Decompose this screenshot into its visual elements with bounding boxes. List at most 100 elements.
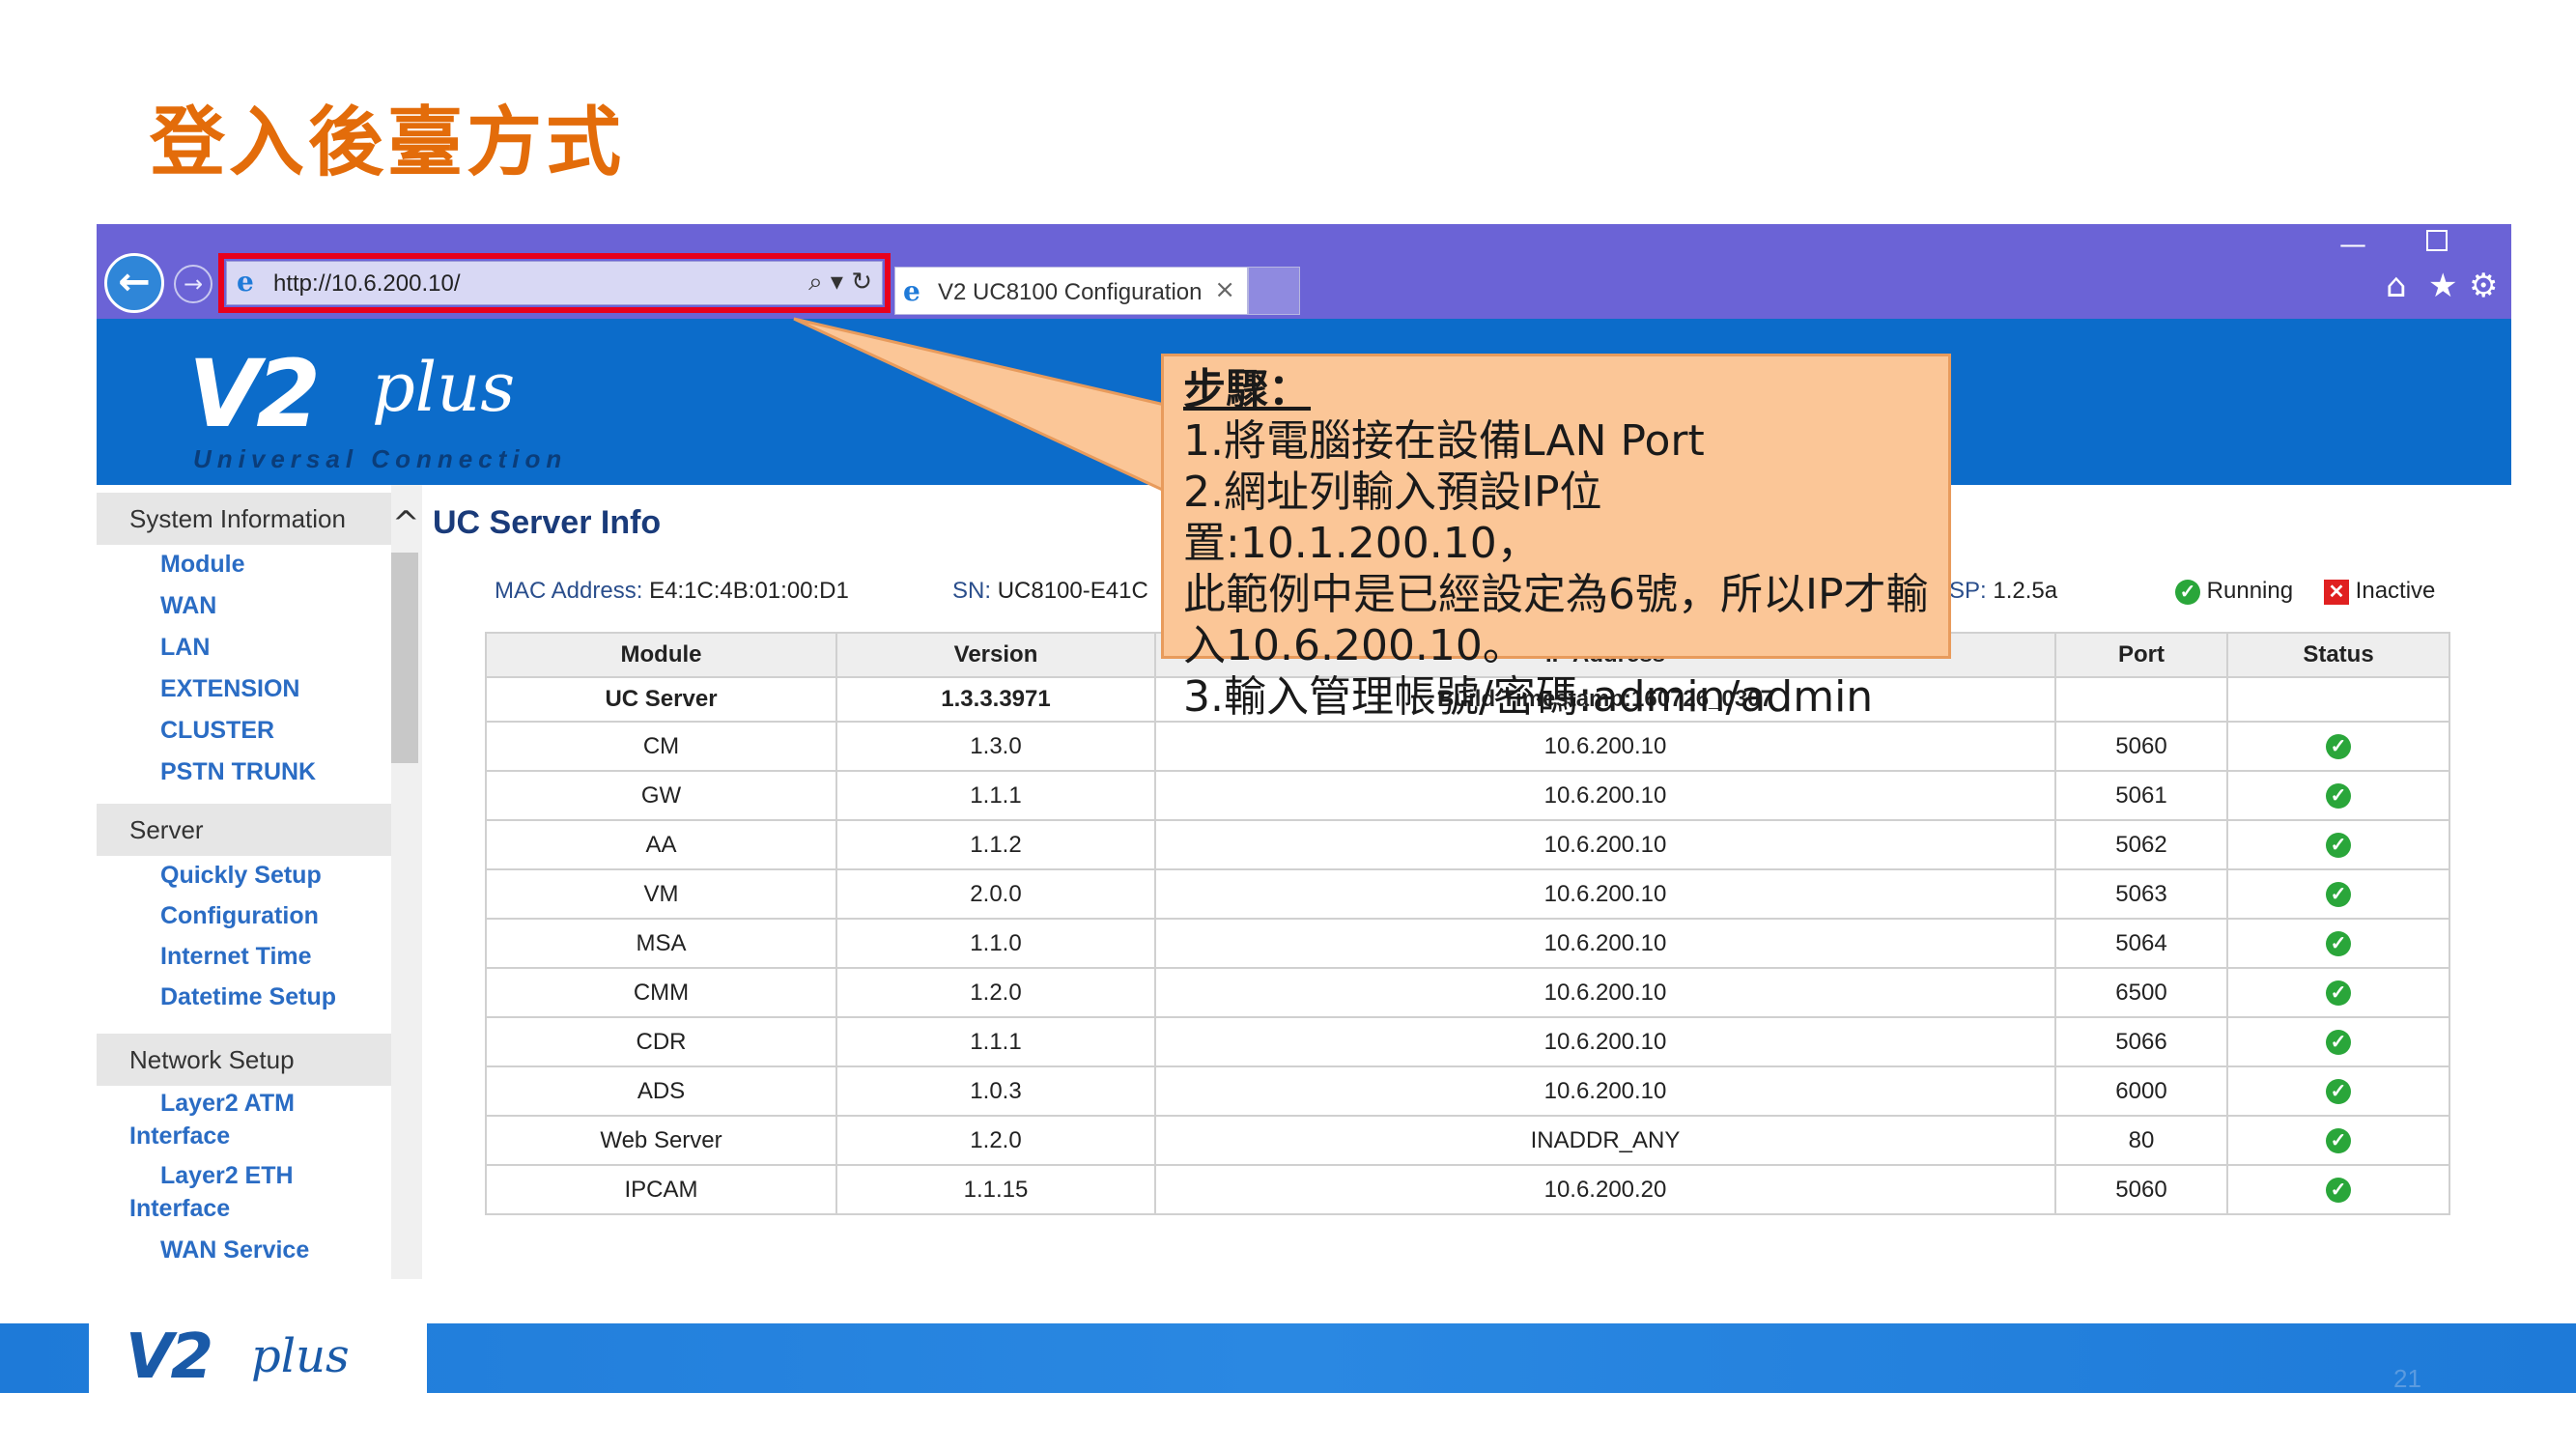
cell-version: 1.2.0 [835, 1115, 1156, 1166]
cell-version: 1.0.3 [835, 1065, 1156, 1117]
callout-line: 此範例中是已經設定為6號，所以IP才輸 [1183, 570, 1929, 619]
tab-uc8100-config[interactable]: e V2 UC8100 Configuration × [894, 267, 1248, 315]
ie-icon: e [903, 275, 920, 307]
back-button[interactable]: ← [104, 253, 164, 313]
table-row: GW 1.1.1 10.6.200.10 5061 ✓ [485, 770, 2450, 821]
cell-status: ✓ [2226, 967, 2450, 1018]
cell-status [2226, 676, 2450, 723]
mac-label: MAC Address: [495, 578, 643, 604]
sidebar-item-cluster[interactable]: CLUSTER [160, 717, 274, 745]
sidebar-section-network-setup[interactable]: Network Setup [97, 1034, 391, 1086]
sidebar-item-layer2-eth[interactable]: Layer2 ETH Interface [129, 1159, 381, 1225]
callout-heading: 步驟： [1183, 365, 1311, 414]
cell-module: AA [485, 819, 837, 870]
check-icon: ✓ [2326, 980, 2351, 1007]
table-row: CDR 1.1.1 10.6.200.10 5066 ✓ [485, 1016, 2450, 1067]
sp-value: 1.2.5a [1993, 578, 2058, 604]
forward-button[interactable]: → [174, 265, 212, 303]
check-icon: ✓ [2326, 931, 2351, 957]
check-icon: ✓ [2175, 579, 2200, 605]
minimize-button[interactable]: — [2339, 228, 2366, 260]
sidebar-item-wan[interactable]: WAN [160, 592, 216, 620]
sidebar-item-layer2-atm[interactable]: Layer2 ATM Interface [129, 1087, 381, 1152]
sidebar-item-internet-time[interactable]: Internet Time [160, 943, 312, 971]
cell-ip: 10.6.200.10 [1154, 868, 2056, 920]
sidebar-scroll-thumb[interactable] [391, 553, 418, 763]
mac-value: E4:1C:4B:01:00:D1 [649, 578, 849, 604]
cell-version: 1.1.15 [835, 1164, 1156, 1215]
cell-module: UC Server [485, 676, 837, 723]
cell-port: 6500 [2054, 967, 2228, 1018]
cell-ip: INADDR_ANY [1154, 1115, 2056, 1166]
gear-icon[interactable]: ⚙ [2469, 267, 2498, 305]
cell-version: 1.3.3.3971 [835, 676, 1156, 723]
cell-status: ✓ [2226, 819, 2450, 870]
legend-inactive: ✕ Inactive [2324, 578, 2435, 605]
cell-port: 80 [2054, 1115, 2228, 1166]
cell-version: 1.1.2 [835, 819, 1156, 870]
footer-logo: V2 [126, 1321, 213, 1393]
slide-title: 登入後臺方式 [150, 99, 626, 186]
cell-ip: 10.6.200.20 [1154, 1164, 2056, 1215]
cell-status: ✓ [2226, 770, 2450, 821]
callout-line: 2.網址列輸入預設IP位置:10.1.200.10， [1183, 468, 1602, 568]
sp-label: SP: [1949, 578, 1987, 604]
cell-status: ✓ [2226, 918, 2450, 969]
check-icon: ✓ [2326, 882, 2351, 908]
col-status: Status [2226, 632, 2450, 678]
footer-logo-plus: plus [251, 1329, 350, 1383]
check-icon: ✓ [2326, 1030, 2351, 1056]
legend-inactive-label: Inactive [2355, 578, 2436, 604]
table-row: ADS 1.0.3 10.6.200.10 6000 ✓ [485, 1065, 2450, 1117]
serial-number: SN: UC8100-E41C [952, 578, 1148, 605]
cell-port [2054, 676, 2228, 723]
cell-version: 1.2.0 [835, 967, 1156, 1018]
sn-value: UC8100-E41C [997, 578, 1148, 604]
cell-status: ✓ [2226, 1065, 2450, 1117]
cell-module: MSA [485, 918, 837, 969]
logo-plus: plus [372, 348, 516, 427]
url-highlight-box [218, 253, 891, 313]
cell-version: 1.3.0 [835, 721, 1156, 772]
new-tab-button[interactable] [1248, 267, 1300, 315]
logo-tagline: Universal Connection [193, 444, 568, 473]
cell-version: 1.1.0 [835, 918, 1156, 969]
cell-version: 2.0.0 [835, 868, 1156, 920]
callout-line: 3.輸入管理帳號/密碼:admin/admin [1183, 672, 1874, 722]
sidebar-item-lan[interactable]: LAN [160, 634, 210, 662]
sidebar-item-quickly-setup[interactable]: Quickly Setup [160, 862, 322, 890]
sidebar-section-server[interactable]: Server [97, 804, 391, 856]
chevron-up-icon[interactable]: ^ [392, 504, 420, 543]
table-row: IPCAM 1.1.15 10.6.200.20 5060 ✓ [485, 1164, 2450, 1215]
col-module: Module [485, 632, 837, 678]
cell-port: 5064 [2054, 918, 2228, 969]
star-icon[interactable]: ★ [2428, 267, 2457, 305]
cell-port: 5062 [2054, 819, 2228, 870]
cell-version: 1.1.1 [835, 770, 1156, 821]
cell-module: CM [485, 721, 837, 772]
cell-port: 5061 [2054, 770, 2228, 821]
sidebar-item-extension[interactable]: EXTENSION [160, 675, 299, 703]
cell-status: ✓ [2226, 868, 2450, 920]
sidebar-item-pstn-trunk[interactable]: PSTN TRUNK [160, 758, 316, 786]
table-row: AA 1.1.2 10.6.200.10 5062 ✓ [485, 819, 2450, 870]
sidebar-item-configuration[interactable]: Configuration [160, 902, 319, 930]
table-row: VM 2.0.0 10.6.200.10 5063 ✓ [485, 868, 2450, 920]
close-icon[interactable]: × [1214, 275, 1235, 304]
cell-port: 5063 [2054, 868, 2228, 920]
check-icon: ✓ [2326, 1079, 2351, 1105]
maximize-button[interactable] [2426, 230, 2448, 251]
page-number: 21 [2393, 1364, 2421, 1393]
cell-status: ✓ [2226, 1164, 2450, 1215]
check-icon: ✓ [2326, 1178, 2351, 1204]
cell-ip: 10.6.200.10 [1154, 721, 2056, 772]
sidebar-item-datetime-setup[interactable]: Datetime Setup [160, 983, 336, 1011]
callout-line: 入10.6.200.10。 [1183, 621, 1525, 670]
sidebar-section-system-information[interactable]: System Information [97, 493, 391, 545]
sidebar-item-module[interactable]: Module [160, 551, 245, 579]
tab-label: V2 UC8100 Configuration [938, 279, 1203, 305]
home-icon[interactable]: ⌂ [2386, 267, 2407, 305]
sidebar-item-wan-service[interactable]: WAN Service [160, 1236, 309, 1264]
table-row: Web Server 1.2.0 INADDR_ANY 80 ✓ [485, 1115, 2450, 1166]
cell-module: CMM [485, 967, 837, 1018]
